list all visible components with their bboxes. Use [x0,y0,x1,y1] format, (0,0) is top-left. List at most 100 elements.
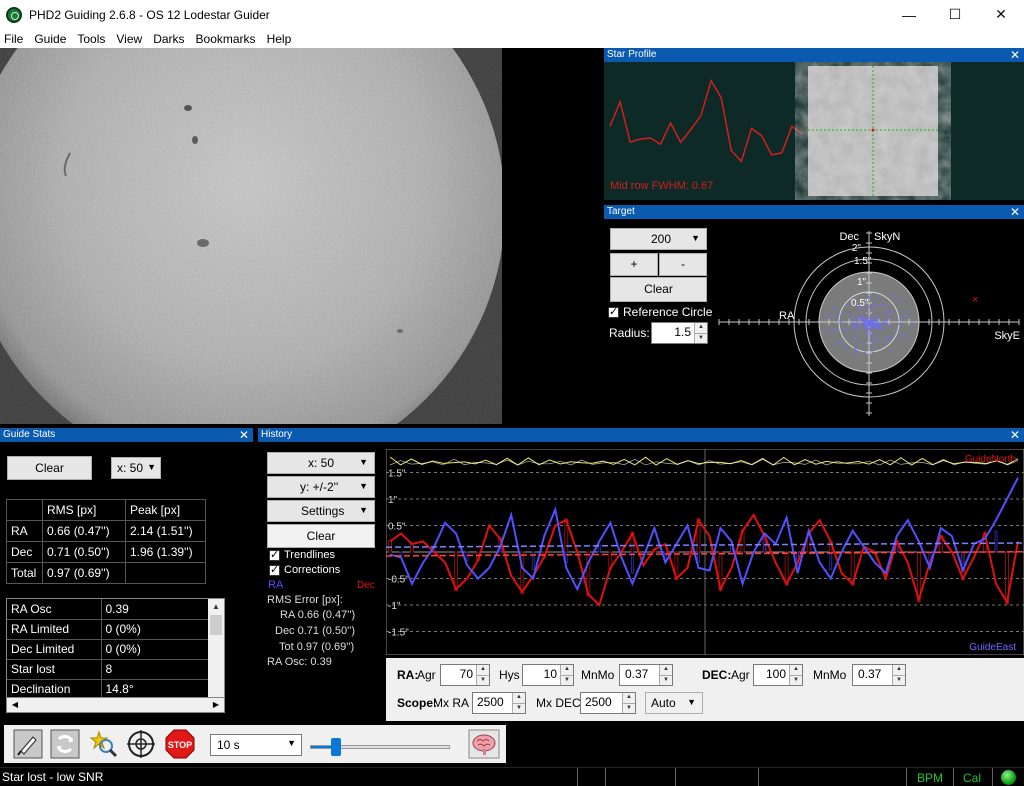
ra-agr-spinner[interactable]: 70 ▲ ▼ [440,664,490,686]
target-guide-point [869,324,871,326]
guide-stats-clear-button[interactable]: Clear [7,456,92,480]
target-guide-point [862,316,864,319]
history-close-icon[interactable]: ✕ [1010,428,1020,442]
connect-gear-button[interactable] [12,728,44,760]
menu-help[interactable]: Help [263,32,299,46]
target-close-icon[interactable]: ✕ [1010,205,1020,219]
chevron-down-icon: ▼ [147,462,156,472]
target-guide-point [866,318,868,320]
menu-darks[interactable]: Darks [149,32,191,46]
spin-up-icon[interactable]: ▲ [513,693,525,703]
scroll-left-icon[interactable]: ◀ [7,698,23,712]
history-y-tick-label: -1" [388,601,401,612]
target-guide-point [838,313,840,316]
status-divider [953,768,954,786]
spin-up-icon[interactable]: ▲ [660,665,672,675]
guide-stats-hscrollbar[interactable]: ◀ ▶ [6,697,225,713]
gamma-slider-knob[interactable] [330,738,341,756]
loop-exposure-button[interactable] [49,728,81,760]
target-guide-point [883,323,886,326]
spin-down-icon[interactable]: ▼ [623,702,635,713]
ra-mnmo-spinner[interactable]: 0.37 ▲ ▼ [619,664,673,686]
list-item-value: 8 [101,659,209,680]
star-profile-close-icon[interactable]: ✕ [1010,48,1020,62]
scroll-right-icon[interactable]: ▶ [208,698,224,712]
guide-button[interactable] [125,728,157,760]
ra-agr-value: 70 [459,667,473,681]
phd2-app-icon [6,6,22,23]
menu-guide[interactable]: Guide [30,32,73,46]
minimize-button[interactable]: — [886,0,932,29]
brain-settings-button[interactable] [466,728,502,760]
target-clear-button[interactable]: Clear [610,277,707,302]
spin-up-icon[interactable]: ▲ [561,665,573,675]
guide-stats-close-icon[interactable]: ✕ [239,428,249,442]
axis-skye-label: SkyE [994,330,1020,342]
ring-label-1-5: 1.5" [854,256,872,267]
target-bullseye-plot: × 2" 1.5" 1" 0.5" Dec SkyN RA SkyE [718,231,1020,416]
history-settings-combo[interactable]: Settings ▼ [267,500,375,522]
star-profile-pane: Star Profile ✕ Mid row FWHM: 0.67 [604,48,1024,200]
spin-up-icon[interactable]: ▲ [695,323,707,333]
dec-agr-value: 100 [765,667,786,681]
mx-ra-label: Mx RA [433,696,469,710]
mx-dec-label: Mx DEC [536,696,581,710]
scroll-up-icon[interactable]: ▲ [208,599,224,615]
camera-image-view[interactable] [0,48,600,424]
spin-down-icon[interactable]: ▼ [513,702,525,713]
guide-stats-x-combo[interactable]: x: 50 ▼ [111,457,161,479]
target-zoom-in-button[interactable]: + [610,253,658,276]
stats-row-label: Dec [6,541,43,563]
maximize-button[interactable]: ☐ [932,0,978,29]
menu-file[interactable]: File [0,32,30,46]
target-guide-point [862,320,865,322]
target-zoom-combo[interactable]: 200 ▼ [610,228,707,250]
history-x-combo[interactable]: x: 50 ▼ [267,452,375,474]
spin-down-icon[interactable]: ▼ [893,674,905,685]
close-button[interactable]: ✕ [978,0,1024,29]
spin-up-icon[interactable]: ▲ [893,665,905,675]
history-y-combo[interactable]: y: +/-2'' ▼ [267,476,375,498]
spin-down-icon[interactable]: ▼ [695,332,707,343]
stats-cell: 0.71 (0.50'') [42,541,126,563]
mx-ra-spinner[interactable]: 2500 ▲ ▼ [472,692,526,714]
spin-up-icon[interactable]: ▲ [790,665,802,675]
history-clear-button[interactable]: Clear [267,524,375,548]
dec-mnmo-spinner[interactable]: 0.37 ▲ ▼ [852,664,906,686]
spin-up-icon[interactable]: ▲ [623,693,635,703]
auto-select-star-button[interactable] [87,728,119,760]
gamma-slider[interactable] [310,738,450,756]
history-y-tick-label: 1" [388,495,398,506]
spin-down-icon[interactable]: ▼ [660,674,672,685]
stop-button[interactable]: STOP [164,728,196,760]
history-y-tick-label: 1.5" [388,469,406,480]
spin-down-icon[interactable]: ▼ [790,674,802,685]
guide-stats-list[interactable]: RA Osc 0.39 RA Limited 0 (0%) Dec Limited 0… [6,598,225,713]
exposure-duration-combo[interactable]: 10 s ▼ [210,734,302,756]
dec-guide-mode-combo[interactable]: Auto ▼ [645,692,703,714]
ra-hys-spinner[interactable]: 10 ▲ ▼ [522,664,574,686]
menu-view[interactable]: View [112,32,149,46]
guide-stats-vscrollbar[interactable]: ▲ ▼ [208,599,224,712]
mx-dec-spinner[interactable]: 2500 ▲ ▼ [580,692,636,714]
star-profile-curve [609,78,803,163]
target-guide-point [902,334,904,336]
trendlines-checkbox[interactable]: Trendlines [269,548,335,561]
target-zoom-out-button[interactable]: - [659,253,707,276]
menu-bookmarks[interactable]: Bookmarks [192,32,263,46]
dec-agr-spinner[interactable]: 100 ▲ ▼ [753,664,803,686]
reference-circle-checkbox[interactable]: Reference Circle [608,305,712,319]
menu-tools[interactable]: Tools [73,32,112,46]
scroll-thumb[interactable] [210,615,222,635]
spin-up-icon[interactable]: ▲ [477,665,489,675]
ra-osc-value: RA Osc: 0.39 [267,656,332,668]
spin-down-icon[interactable]: ▼ [561,674,573,685]
corrections-checkbox[interactable]: Corrections [269,563,340,576]
calibration-indicator: Cal [963,771,982,785]
radius-spinner[interactable]: 1.5 ▲ ▼ [651,322,708,344]
spin-down-icon[interactable]: ▼ [477,674,489,685]
target-guide-point [878,323,881,326]
scope-label: Scope: [397,696,438,710]
rms-dec-value: Dec 0.71 (0.50'') [275,625,356,637]
target-guide-point [857,324,859,327]
